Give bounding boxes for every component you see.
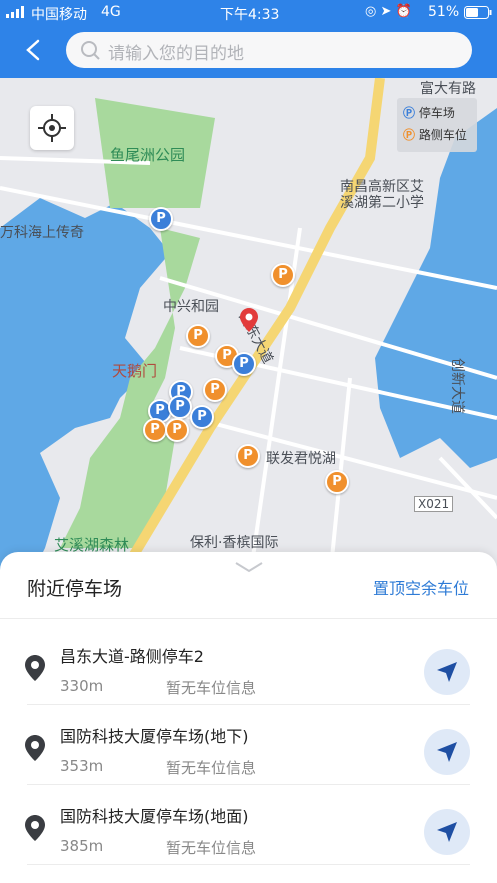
roadside-parking-pin[interactable]: P	[271, 263, 295, 287]
label-chuangxin-road: 创新大道	[449, 358, 465, 414]
list-item[interactable]: 国防科技大厦停车场(地面) 385m 暂无车位信息	[0, 785, 497, 865]
parking-lot-pin[interactable]: P	[232, 352, 256, 376]
navigate-button[interactable]	[424, 649, 470, 695]
pin-free-spots-button[interactable]: 置顶空余车位	[373, 575, 469, 599]
status-bar: 中国移动 4G 下午4:33 ◎ ➤ ⏰ 51%	[0, 0, 497, 24]
clock: 下午4:33	[220, 7, 280, 23]
label-tiane: 天鹅门	[112, 362, 158, 380]
list-item[interactable]: 国防科技大厦停车场(地下) 353m 暂无车位信息	[0, 705, 497, 785]
label-park: 鱼尾洲公园	[110, 146, 186, 164]
status-icons: ◎ ➤ ⏰	[365, 4, 412, 19]
search-input[interactable]: 请输入您的目的地	[66, 32, 472, 68]
parking-availability: 暂无车位信息	[166, 839, 257, 857]
map-pin-icon	[25, 735, 45, 761]
parking-availability: 暂无车位信息	[166, 759, 257, 777]
roadside-parking-pin[interactable]: P	[236, 444, 260, 468]
navigate-arrow-icon	[437, 662, 457, 682]
battery-icon	[464, 6, 492, 23]
map-view[interactable]: Ⓟ 停车场 Ⓟ 路侧车位 鱼尾洲公园 南昌高新区艾 溪湖第二小学 富大有路 万科…	[0, 78, 497, 578]
header-bar: 请输入您的目的地	[0, 24, 497, 78]
battery-percent: 51%	[428, 4, 460, 20]
parking-distance: 330m	[60, 677, 104, 695]
label-top-right: 富大有路	[420, 81, 476, 97]
label-zhongxing: 中兴和园	[163, 299, 219, 315]
navigate-button[interactable]	[424, 729, 470, 775]
parking-availability: 暂无车位信息	[166, 679, 257, 697]
current-location-marker	[240, 308, 258, 336]
divider	[27, 864, 470, 865]
locate-icon	[38, 114, 66, 142]
map-legend: Ⓟ 停车场 Ⓟ 路侧车位	[397, 98, 477, 152]
roadside-parking-pin[interactable]: P	[203, 378, 227, 402]
parking-name: 国防科技大厦停车场(地下)	[60, 727, 249, 746]
label-baoli: 保利·香槟国际	[190, 535, 279, 551]
sheet-title: 附近停车场	[27, 578, 123, 600]
roadside-parking-pin[interactable]: P	[165, 418, 189, 442]
locate-button[interactable]	[30, 106, 74, 150]
parking-lot-pin[interactable]: P	[149, 207, 173, 231]
label-lianfa: 联发君悦湖	[266, 451, 336, 467]
chevron-down-icon[interactable]	[234, 560, 264, 574]
navigate-arrow-icon	[437, 822, 457, 842]
map-pin-icon	[25, 655, 45, 681]
divider	[0, 618, 497, 619]
map-pin-icon	[25, 815, 45, 841]
navigate-arrow-icon	[437, 742, 457, 762]
roadside-parking-pin[interactable]: P	[143, 418, 167, 442]
list-item[interactable]: 昌东大道-路侧停车2 330m 暂无车位信息	[0, 625, 497, 705]
parking-name: 国防科技大厦停车场(地面)	[60, 807, 249, 826]
parking-lot-pin[interactable]: P	[190, 405, 214, 429]
parking-name: 昌东大道-路侧停车2	[60, 647, 204, 666]
label-school-line2: 溪湖第二小学	[340, 195, 424, 211]
roadside-parking-pin[interactable]: P	[186, 324, 210, 348]
label-x021: X021	[414, 496, 454, 512]
parking-distance: 353m	[60, 757, 104, 775]
map-pin-icon	[240, 308, 258, 332]
network-label: 4G	[101, 4, 121, 20]
legend-roadside: Ⓟ 路侧车位	[403, 128, 467, 142]
parking-distance: 385m	[60, 837, 104, 855]
navigate-button[interactable]	[424, 809, 470, 855]
search-placeholder: 请输入您的目的地	[108, 44, 244, 64]
label-left-edge: 万科海上传奇	[0, 225, 84, 241]
back-arrow-icon	[26, 39, 40, 61]
legend-parking-lot: Ⓟ 停车场	[403, 106, 455, 120]
nearby-parking-sheet: 附近停车场 置顶空余车位 昌东大道-路侧停车2 330m 暂无车位信息 国防科技…	[0, 552, 497, 883]
carrier-label: 中国移动	[31, 7, 87, 23]
signal-icon	[6, 6, 26, 22]
roadside-parking-pin[interactable]: P	[325, 470, 349, 494]
back-button[interactable]	[20, 36, 48, 64]
search-icon	[81, 41, 100, 60]
parking-lot-pin[interactable]: P	[168, 395, 192, 419]
